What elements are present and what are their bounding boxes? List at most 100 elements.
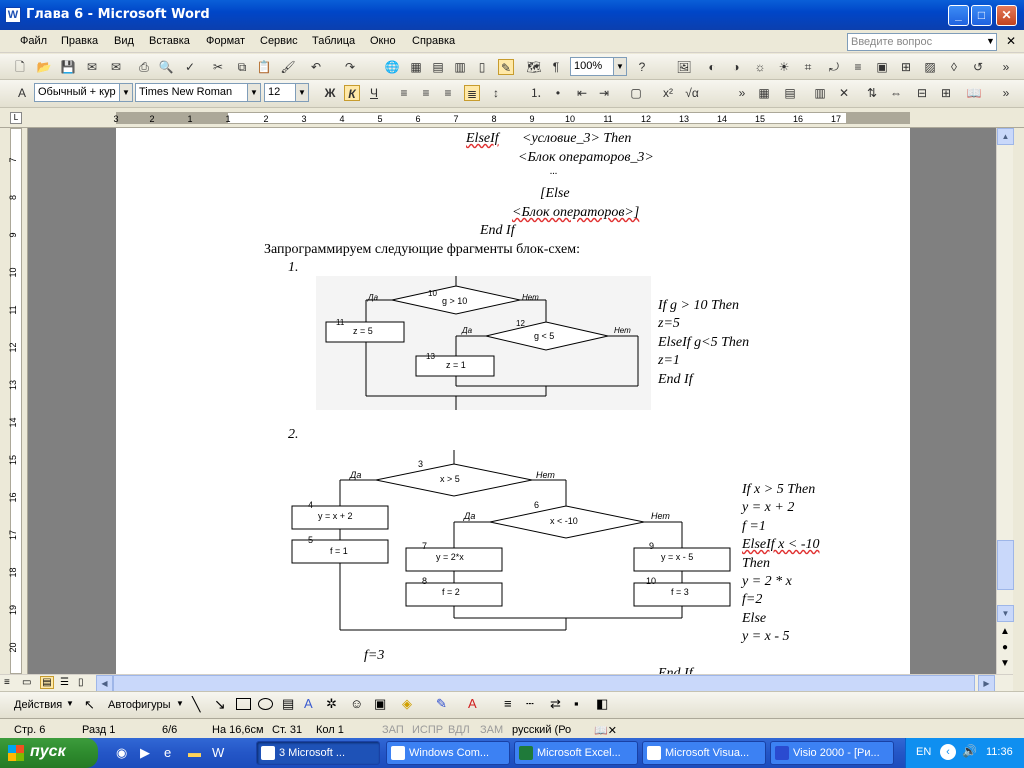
scroll-up-icon[interactable]: ▲ [997, 128, 1014, 145]
menu-table[interactable]: Таблица [312, 35, 355, 47]
draw-actions-menu[interactable]: Действия [14, 699, 62, 711]
image-control-icon[interactable]: ◐ [704, 59, 720, 75]
delete-icon[interactable]: ✕ [836, 85, 852, 101]
oval-icon[interactable] [258, 698, 273, 710]
undo-icon[interactable]: ↶ [308, 59, 324, 75]
increase-indent-icon[interactable]: ⇥ [596, 85, 612, 101]
scroll-thumb[interactable] [997, 540, 1014, 590]
next-page-icon[interactable]: ▼ [1000, 658, 1010, 669]
reset-picture-icon[interactable]: ↺ [970, 59, 986, 75]
help-icon[interactable]: ? [634, 59, 650, 75]
document-area[interactable]: ElseIf <условие_3> Then <Блок операторов… [28, 128, 996, 674]
normal-view-icon[interactable]: ≡ [4, 677, 10, 688]
word-quick-icon[interactable]: W [212, 745, 224, 760]
contrast-icon[interactable]: ◑ [728, 59, 744, 75]
copy-icon[interactable]: ⧉ [234, 59, 250, 75]
zoom-select[interactable]: 100% [570, 57, 614, 76]
diagram-icon[interactable]: ✲ [326, 696, 337, 712]
reading-view-icon[interactable]: ▯ [78, 677, 84, 688]
font-color-icon[interactable]: A [468, 696, 477, 711]
menu-help[interactable]: Справка [412, 35, 455, 47]
explorer-icon[interactable]: ▬ [188, 745, 201, 760]
line-icon[interactable]: ╲ [192, 696, 200, 713]
show-hide-icon[interactable]: ¶ [548, 59, 564, 75]
prev-page-icon[interactable]: ▲ [1000, 626, 1010, 637]
merge-icon[interactable]: ⊞ [938, 85, 954, 101]
3d-icon[interactable]: ◧ [596, 696, 608, 712]
align-center-icon[interactable]: ≡ [418, 85, 434, 101]
vertical-scrollbar[interactable]: ▲ ▼ ▲ ● ▼ [996, 128, 1014, 674]
document-page[interactable]: ElseIf <условие_3> Then <Блок операторов… [116, 128, 910, 674]
permission-icon[interactable]: ✉ [84, 59, 100, 75]
brightness-icon[interactable]: ☼ [752, 59, 768, 75]
align-left-icon[interactable]: ≡ [396, 85, 412, 101]
vertical-ruler[interactable]: 7 8 9 10 11 12 13 14 15 16 17 18 19 20 [0, 128, 28, 674]
decrease-indent-icon[interactable]: ⇤ [574, 85, 590, 101]
text-wrap-icon[interactable]: ⊞ [898, 59, 914, 75]
task-windows-commander[interactable]: Windows Com... [386, 741, 510, 765]
split-icon[interactable]: ⊟ [914, 85, 930, 101]
toolbar-options3-icon[interactable]: » [998, 85, 1014, 101]
font-size-dropdown-icon[interactable]: ▼ [296, 83, 309, 102]
insert-row-icon[interactable]: ▤ [782, 85, 798, 101]
columns-icon[interactable]: ▯ [474, 59, 490, 75]
crop-icon[interactable]: ⌗ [800, 59, 816, 75]
outline-view-icon[interactable]: ☰ [60, 677, 69, 688]
insert-table2-icon[interactable]: ▥ [812, 85, 828, 101]
arrow-style-icon[interactable]: ⇄ [550, 696, 561, 712]
underline-button[interactable]: Ч [366, 85, 382, 101]
status-ext[interactable]: ВДЛ [448, 724, 470, 736]
dash-style-icon[interactable]: ┄ [526, 696, 534, 712]
picture-icon[interactable]: ▣ [374, 696, 386, 712]
menu-edit[interactable]: Правка [61, 35, 98, 47]
scroll-right-icon[interactable]: ▶ [978, 675, 995, 692]
start-button[interactable]: пуск [0, 738, 98, 768]
maximize-button[interactable]: □ [971, 5, 992, 26]
menu-file[interactable]: Файл [20, 35, 47, 47]
scroll-left-icon[interactable]: ◀ [96, 675, 113, 692]
style-dropdown-icon[interactable]: ▼ [120, 83, 133, 102]
format-painter-icon[interactable]: 🖌 [280, 59, 296, 75]
clock[interactable]: 11:36 [986, 746, 1013, 758]
numbering-icon[interactable]: ⒈ [528, 85, 544, 101]
textbox-icon[interactable]: ▤ [282, 696, 294, 712]
task-excel[interactable]: Microsoft Excel... [514, 741, 638, 765]
toolbar-options-icon[interactable]: » [998, 59, 1014, 75]
insert-table-icon[interactable]: ▤ [430, 59, 446, 75]
help-search-input[interactable]: Введите вопрос [847, 33, 997, 51]
borders-icon[interactable]: ▢ [628, 85, 644, 101]
doc-close-icon[interactable]: ✕ [1006, 34, 1016, 48]
equation-icon[interactable]: √α [684, 85, 700, 101]
volume-icon[interactable]: 🔊 [962, 744, 977, 758]
brightness-less-icon[interactable]: ☀ [776, 59, 792, 75]
close-button[interactable]: ✕ [996, 5, 1017, 26]
font-select[interactable]: Times New Roman [135, 83, 248, 102]
media-player-icon[interactable]: ▶ [140, 745, 150, 761]
horizontal-scrollbar[interactable]: ≡ ▭ ▤ ☰ ▯ ◀ ▶ [0, 674, 1013, 692]
spelling-status-icon[interactable]: 📖✕ [594, 724, 617, 737]
document-map-icon[interactable]: 🗺 [526, 59, 542, 75]
show-desktop-icon[interactable]: ◉ [116, 745, 127, 761]
line-style-icon[interactable]: ≡ [850, 59, 866, 75]
rotate-icon[interactable]: ⤾ [826, 59, 842, 75]
menu-window[interactable]: Окно [370, 35, 396, 47]
font-size-select[interactable]: 12 [264, 83, 296, 102]
save-icon[interactable]: 💾 [60, 59, 76, 75]
task-word[interactable]: 3 Microsoft ... [256, 741, 380, 765]
fill-color-icon[interactable]: ◈ [402, 696, 412, 712]
spelling-icon[interactable]: ✓ [182, 59, 198, 75]
email-icon[interactable]: ✉ [108, 59, 124, 75]
bullets-icon[interactable]: • [550, 85, 566, 101]
task-visual[interactable]: Microsoft Visua... [642, 741, 766, 765]
style-select[interactable]: Обычный + кур [34, 83, 120, 102]
insert-excel-icon[interactable]: ▥ [452, 59, 468, 75]
redo-icon[interactable]: ↷ [342, 59, 358, 75]
clipart-icon[interactable]: ☺ [350, 696, 363, 711]
help-dropdown-icon[interactable]: ▼ [986, 36, 995, 46]
research-icon[interactable]: 📖 [966, 85, 982, 101]
line-spacing-icon[interactable]: ↕ [488, 85, 504, 101]
autoshapes-menu[interactable]: Автофигуры [108, 699, 171, 711]
print-preview-icon[interactable]: 🔍 [158, 59, 174, 75]
set-transparent-icon[interactable]: ◊ [946, 59, 962, 75]
new-doc-icon[interactable]: 🗋 [12, 59, 28, 75]
